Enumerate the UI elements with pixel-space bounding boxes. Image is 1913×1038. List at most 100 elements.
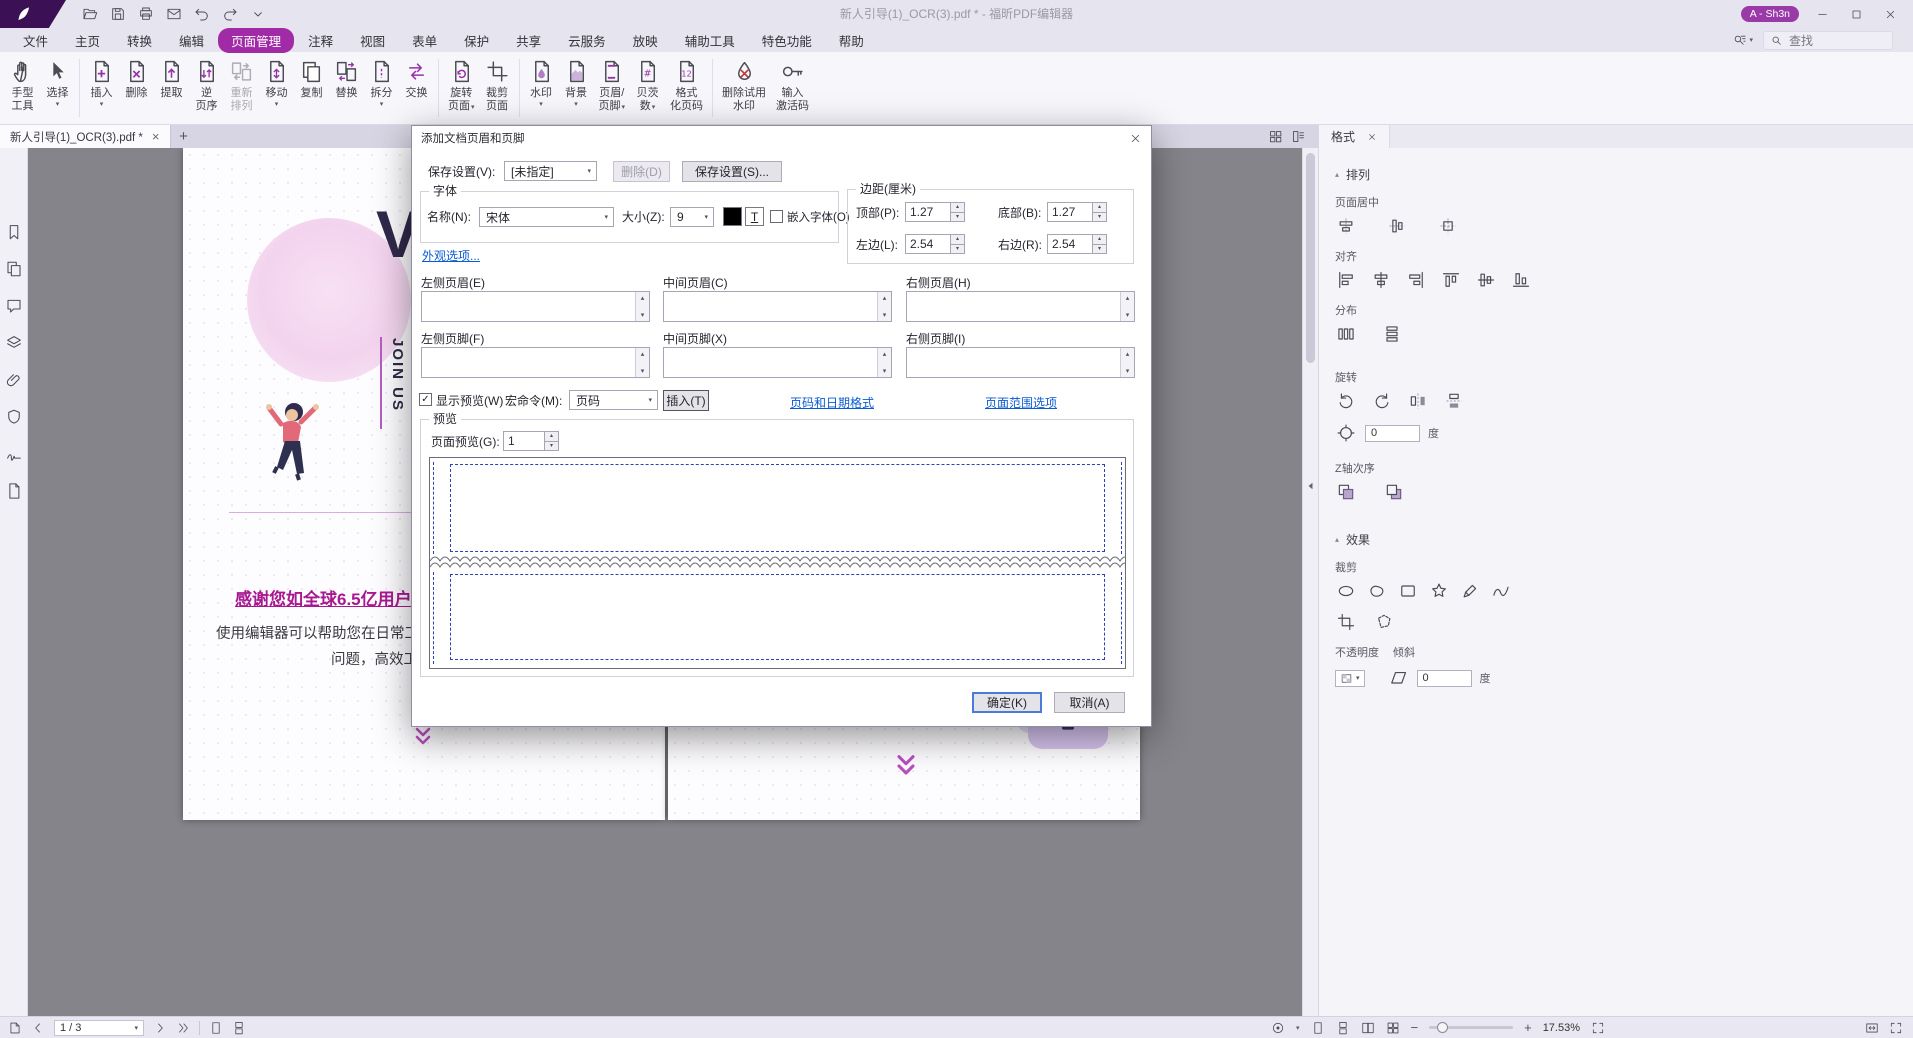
ribbon-tool-move[interactable]: 移动▾	[259, 57, 294, 111]
open-file-icon[interactable]	[80, 4, 100, 24]
align-top-icon[interactable]	[1440, 269, 1462, 291]
menu-tab-present[interactable]: 放映	[620, 28, 671, 53]
fit-width-icon[interactable]	[1865, 1021, 1879, 1035]
tab-close-icon[interactable]: ×	[152, 130, 160, 143]
page-grid-icon[interactable]	[1268, 129, 1283, 144]
crop-free-icon[interactable]	[1373, 611, 1395, 633]
underline-toggle-button[interactable]: T	[745, 207, 764, 226]
document-tab[interactable]: 新人引导(1)_OCR(3).pdf * ×	[0, 125, 171, 148]
menu-tab-comment[interactable]: 注释	[295, 28, 346, 53]
crop-ink-icon[interactable]	[1459, 580, 1481, 602]
new-tab-button[interactable]: +	[171, 128, 197, 145]
align-right-icon[interactable]	[1405, 269, 1427, 291]
menu-tab-protect[interactable]: 保护	[451, 28, 502, 53]
cancel-button[interactable]: 取消(A)	[1054, 692, 1125, 713]
ribbon-tool-delete[interactable]: 删除	[119, 57, 154, 102]
rotate-angle-input[interactable]: 0	[1365, 425, 1420, 442]
redo-icon[interactable]	[220, 4, 240, 24]
ribbon-tool-insert[interactable]: 插入▾	[84, 57, 119, 111]
sidebar-attachments-icon[interactable]	[4, 370, 24, 390]
menu-tab-convert[interactable]: 转换	[114, 28, 165, 53]
font-name-select[interactable]: 宋体▾	[479, 207, 614, 227]
footer-center-textarea[interactable]: ▴▾	[663, 347, 892, 378]
previous-page-icon[interactable]	[31, 1021, 45, 1035]
mail-icon[interactable]	[164, 4, 184, 24]
grid-view-icon[interactable]	[1386, 1021, 1400, 1035]
ribbon-tool-crop-pages[interactable]: 裁剪页面	[480, 57, 515, 114]
page-indicator[interactable]: 1 / 3▾	[54, 1020, 144, 1036]
macro-select[interactable]: 页码▾	[569, 390, 658, 410]
fit-continuous-icon[interactable]	[1336, 1021, 1350, 1035]
menu-tab-cloud[interactable]: 云服务	[555, 28, 619, 53]
sidebar-signature-icon[interactable]	[4, 444, 24, 464]
menu-tab-edit[interactable]: 编辑	[166, 28, 217, 53]
flip-v-icon[interactable]	[1443, 390, 1465, 412]
crop-curve-icon[interactable]	[1490, 580, 1512, 602]
ribbon-tool-swap[interactable]: 交换	[399, 57, 434, 102]
maximize-button[interactable]	[1847, 5, 1865, 23]
search-options-icon[interactable]: ▾	[1732, 33, 1753, 48]
distribute-v-icon[interactable]	[1381, 323, 1403, 345]
ribbon-tool-remove-trial-watermark[interactable]: 删除试用水印	[717, 57, 771, 114]
read-mode-icon[interactable]	[1271, 1021, 1285, 1035]
menu-tab-features[interactable]: 特色功能	[749, 28, 825, 53]
sidebar-comments-icon[interactable]	[4, 296, 24, 316]
margin-left-spinner[interactable]: 2.54▴▾	[905, 234, 965, 254]
save-icon[interactable]	[108, 4, 128, 24]
flip-h-icon[interactable]	[1407, 390, 1429, 412]
panel-close-icon[interactable]	[1367, 132, 1377, 142]
center-vertical-icon[interactable]	[1386, 215, 1408, 237]
dialog-close-icon[interactable]	[1129, 132, 1142, 145]
sidebar-page-thumbnails-icon[interactable]	[4, 259, 24, 279]
show-preview-checkbox[interactable]	[419, 393, 432, 406]
bring-to-front-icon[interactable]	[1335, 481, 1357, 503]
page-number-date-format-link[interactable]: 页码和日期格式	[790, 394, 874, 411]
effects-section-header[interactable]: ▴效果	[1335, 531, 1559, 548]
print-icon[interactable]	[136, 4, 156, 24]
font-size-select[interactable]: 9▾	[670, 207, 714, 227]
menu-tab-view[interactable]: 视图	[347, 28, 398, 53]
arrange-section-header[interactable]: ▴排列	[1335, 166, 1559, 183]
footer-right-textarea[interactable]: ▴▾	[906, 347, 1135, 378]
sidebar-destinations-icon[interactable]	[4, 481, 24, 501]
zoom-out-button[interactable]: −	[1411, 1020, 1419, 1035]
fullscreen-icon[interactable]	[1591, 1021, 1605, 1035]
embed-font-checkbox[interactable]	[770, 210, 783, 223]
ribbon-tool-split[interactable]: 拆分▾	[364, 57, 399, 111]
rotate-right-icon[interactable]	[1371, 390, 1393, 412]
margin-top-spinner[interactable]: 1.27▴▾	[905, 202, 965, 222]
margin-right-spinner[interactable]: 2.54▴▾	[1047, 234, 1107, 254]
vertical-scrollbar[interactable]	[1302, 148, 1318, 1016]
undo-icon[interactable]	[192, 4, 212, 24]
next-page-icon[interactable]	[153, 1021, 167, 1035]
sidebar-bookmarks-icon[interactable]	[4, 222, 24, 242]
crop-frame-icon[interactable]	[1335, 611, 1357, 633]
center-both-icon[interactable]	[1437, 215, 1459, 237]
crop-ellipse-icon[interactable]	[1335, 580, 1357, 602]
menu-tab-share[interactable]: 共享	[503, 28, 554, 53]
ribbon-tool-reverse-order[interactable]: 逆页序	[189, 57, 224, 114]
panel-collapse-icon[interactable]	[1305, 480, 1317, 492]
ribbon-tool-copy[interactable]: 复制	[294, 57, 329, 102]
ribbon-tool-select[interactable]: 选择▾	[40, 57, 75, 111]
ribbon-tool-background[interactable]: 背景▾	[559, 57, 594, 111]
menu-tab-accessibility[interactable]: 辅助工具	[672, 28, 748, 53]
ribbon-tool-bates-number[interactable]: #贝茨数▾	[630, 57, 665, 116]
minimize-button[interactable]	[1813, 5, 1831, 23]
menu-tab-home[interactable]: 主页	[62, 28, 113, 53]
zoom-slider-handle[interactable]	[1437, 1022, 1448, 1033]
footer-left-textarea[interactable]: ▴▾	[421, 347, 650, 378]
crop-rect-icon[interactable]	[1397, 580, 1419, 602]
ribbon-tool-replace[interactable]: 替换	[329, 57, 364, 102]
continuous-view-icon[interactable]	[232, 1021, 246, 1035]
sidebar-security-icon[interactable]	[4, 407, 24, 427]
crop-blob-icon[interactable]	[1366, 580, 1388, 602]
scrollbar-thumb[interactable]	[1306, 153, 1315, 363]
page-range-options-link[interactable]: 页面范围选项	[985, 394, 1057, 411]
user-account-badge[interactable]: A - Sh3n	[1741, 6, 1799, 22]
expand-view-icon[interactable]	[1889, 1021, 1903, 1035]
single-page-view-icon[interactable]	[209, 1021, 223, 1035]
center-horizontal-icon[interactable]	[1335, 215, 1357, 237]
margin-bottom-spinner[interactable]: 1.27▴▾	[1047, 202, 1107, 222]
menu-tab-file[interactable]: 文件	[10, 28, 61, 53]
